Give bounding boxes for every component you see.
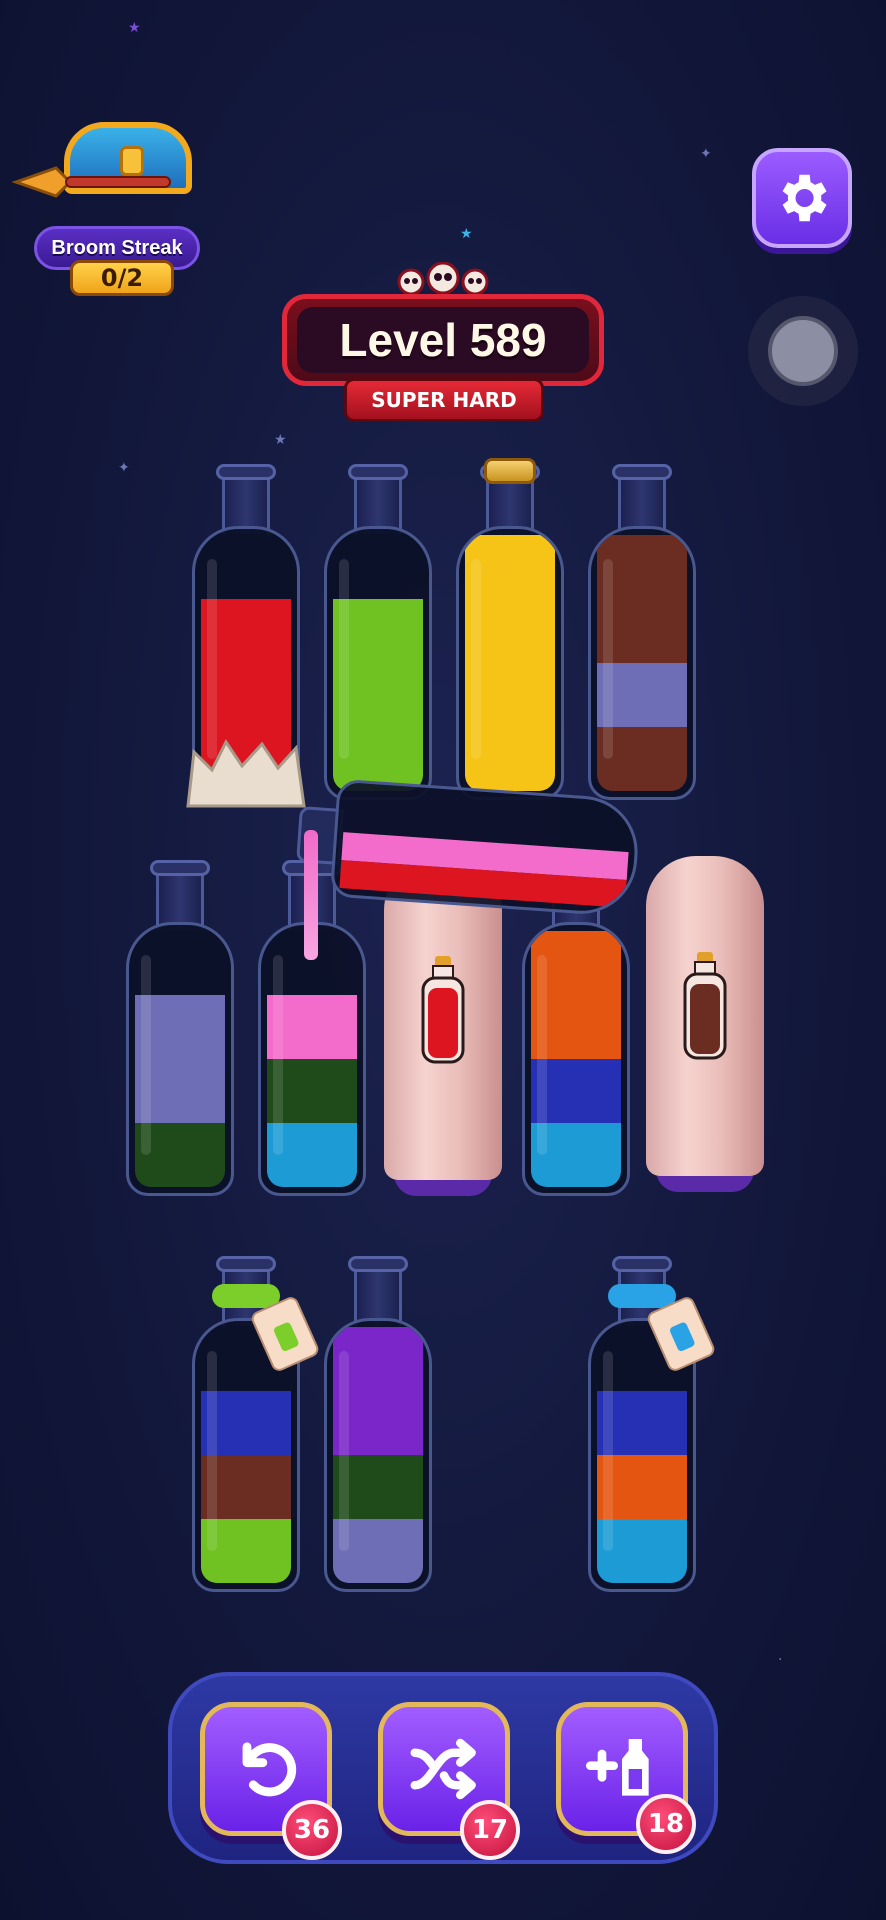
glass-shine bbox=[537, 955, 547, 1155]
bottle[interactable] bbox=[324, 1256, 432, 1592]
settings-button[interactable] bbox=[752, 148, 852, 248]
broom-streak-widget[interactable]: Broom Streak 0/2 bbox=[12, 118, 212, 308]
bottle-body bbox=[258, 922, 366, 1196]
tag-potion-icon bbox=[272, 1321, 300, 1353]
record-dot-icon bbox=[768, 316, 838, 386]
shuffle-icon bbox=[410, 1738, 476, 1800]
star-icon: ✦ bbox=[118, 460, 130, 476]
glass-shine bbox=[273, 955, 283, 1155]
glass-shine bbox=[603, 1351, 613, 1551]
record-button[interactable] bbox=[748, 296, 858, 406]
star-icon: ★ bbox=[274, 432, 287, 448]
potion-hint-icon bbox=[683, 952, 727, 1060]
cork-icon bbox=[484, 458, 536, 484]
glass-shine bbox=[603, 559, 613, 759]
level-badge: Level 589 bbox=[282, 294, 604, 386]
bottle-rim bbox=[216, 1256, 276, 1272]
bottle[interactable] bbox=[588, 1256, 717, 1592]
glass-shine bbox=[339, 1351, 349, 1551]
bottle[interactable] bbox=[456, 458, 564, 800]
bottle-rim bbox=[150, 860, 210, 876]
bottle-body bbox=[456, 526, 564, 800]
streak-label: Broom Streak bbox=[51, 236, 183, 259]
bottle-rim bbox=[612, 1256, 672, 1272]
star-icon: ★ bbox=[460, 226, 473, 242]
gear-icon bbox=[782, 174, 827, 222]
bottle-body bbox=[126, 922, 234, 1196]
bottle-body bbox=[522, 922, 630, 1196]
covered-bottle[interactable] bbox=[646, 856, 764, 1192]
tag-potion-icon bbox=[668, 1321, 696, 1353]
skull-icons bbox=[397, 262, 489, 296]
glass-shine bbox=[207, 559, 217, 759]
bottle-body bbox=[324, 526, 432, 800]
bottle-body bbox=[329, 778, 642, 918]
potion-hint-icon bbox=[421, 956, 465, 1064]
add-bottle-icon bbox=[586, 1739, 649, 1796]
difficulty-label: SUPER HARD bbox=[344, 378, 544, 422]
shuffle-count-badge: 17 bbox=[460, 1800, 520, 1860]
glass-shine bbox=[471, 559, 481, 759]
undo-count-badge: 36 bbox=[282, 1800, 342, 1860]
level-title: Level 589 bbox=[339, 314, 547, 366]
bottle-rim bbox=[216, 464, 276, 480]
covered-bottle[interactable] bbox=[384, 860, 502, 1196]
pouring-bottle bbox=[294, 776, 642, 918]
add-bottle-count-badge: 18 bbox=[636, 1794, 696, 1854]
bone-crown-icon bbox=[186, 739, 306, 808]
star-icon: · bbox=[778, 1652, 783, 1668]
bottle-rim bbox=[348, 1256, 408, 1272]
bottle-body bbox=[588, 526, 696, 800]
bottle[interactable] bbox=[324, 464, 432, 800]
glass-shine bbox=[141, 955, 151, 1155]
bottle[interactable] bbox=[192, 1256, 321, 1592]
streak-count: 0/2 bbox=[70, 260, 174, 296]
bottle-body bbox=[324, 1318, 432, 1592]
glass-shine bbox=[207, 1351, 217, 1551]
star-icon: ★ bbox=[128, 20, 141, 36]
bottle-rim bbox=[348, 464, 408, 480]
broom-icon bbox=[12, 166, 171, 198]
bottle-rim bbox=[612, 464, 672, 480]
bottle[interactable] bbox=[588, 464, 696, 800]
pouring-stream bbox=[304, 830, 318, 960]
star-icon: ✦ bbox=[700, 146, 712, 162]
glass-shine bbox=[339, 559, 349, 759]
undo-icon bbox=[242, 1742, 297, 1797]
bottle[interactable] bbox=[126, 860, 234, 1196]
